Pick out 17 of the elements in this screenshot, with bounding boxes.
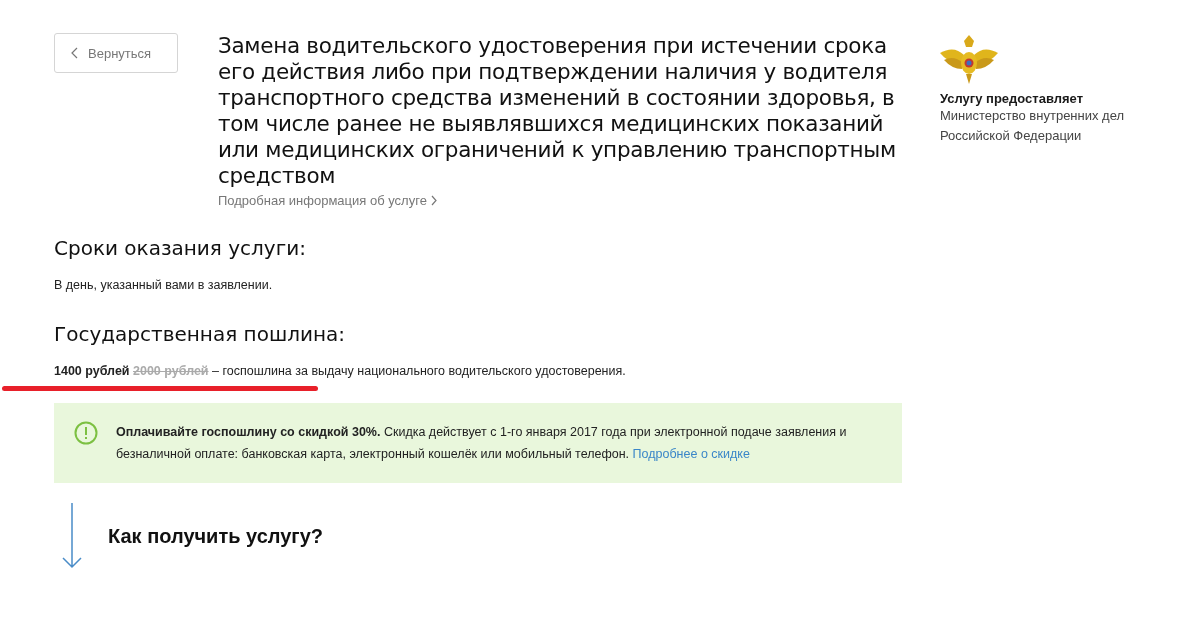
- arrow-down-icon: [62, 503, 82, 569]
- section-heading: Сроки оказания услуги:: [54, 236, 306, 260]
- provider-label: Услугу предоставляет: [940, 91, 1084, 106]
- exclamation-icon: [74, 421, 98, 445]
- chevron-left-icon: [71, 47, 78, 59]
- section-heading: Как получить услугу?: [108, 524, 324, 548]
- back-button[interactable]: Вернуться: [54, 33, 178, 73]
- details-link[interactable]: Подробная информация об услуге: [218, 193, 437, 208]
- emblem-icon: [940, 33, 998, 85]
- notice-text: Оплачивайте госпошлину со скидкой 30%. Скидка действует с 1-го января 2017 года при электронной подаче заявления и безналичной оплате: банковская карта, электронный кошелёк или мобильный телефон. Подробнее о скидке: [116, 424, 848, 463]
- service-title: Замена водительского удостоверения при истечении срока его действия либо при подтверждении наличия у водителя транспортного средства изменений в состоянии здоровья, в том числе ранее не выявлявшихся медицинских показаний или медицинских ограничений к управлению транспортным средством: [218, 33, 897, 189]
- provider-name: Министерство внутренних дел Российской Федерации: [940, 107, 1126, 145]
- discount-link[interactable]: Подробнее о скидке: [632, 447, 750, 461]
- section-heading: Государственная пошлина:: [54, 322, 346, 346]
- fee-text: 1400 рублей 2000 рублей – госпошлина за выдачу национального водительского удостоверения.: [54, 364, 626, 378]
- chevron-right-icon: [430, 195, 437, 206]
- terms-text: В день, указанный вами в заявлении.: [54, 278, 273, 292]
